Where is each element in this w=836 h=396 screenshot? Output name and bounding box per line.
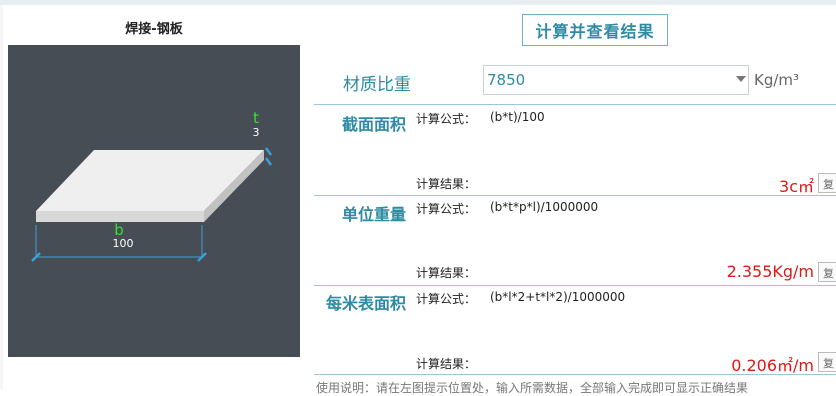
density-value: 7850	[487, 71, 526, 89]
calculate-button[interactable]: 计算并查看结果	[522, 14, 668, 46]
thickness-input-value[interactable]: 3	[253, 126, 260, 139]
copy-button[interactable]: 复	[818, 262, 836, 282]
surface-area-title: 每米表面积	[326, 294, 407, 313]
usage-note: 使用说明：请在左图提示位置处，输入所需数据，全部输入完成即可显示正确结果	[316, 381, 749, 395]
row-separator	[314, 285, 836, 286]
left-edge	[0, 5, 3, 389]
result-value: 0.206㎡/m	[731, 356, 814, 375]
formula-label: 计算公式：	[416, 292, 477, 306]
row-separator	[314, 195, 836, 196]
density-select[interactable]: 7850	[483, 65, 749, 95]
result-label: 计算结果：	[416, 266, 477, 280]
top-strip	[0, 0, 836, 5]
thickness-tick-top	[264, 147, 273, 156]
formula-label: 计算公式：	[416, 112, 477, 126]
steel-plate-diagram: t 3 b 100	[8, 45, 300, 357]
formula-text: (b*t*p*l)/1000000	[490, 200, 599, 214]
result-value: 3c㎡	[779, 177, 814, 196]
plate-top-face	[36, 150, 264, 211]
copy-button[interactable]: 复	[818, 173, 836, 193]
plate-drawing: t 3 b 100	[31, 109, 273, 262]
section-area-title: 截面面积	[342, 115, 407, 134]
density-unit: Kg/m³	[754, 71, 800, 89]
result-value: 2.355Kg/m	[726, 262, 814, 281]
result-label: 计算结果：	[416, 357, 477, 371]
result-label: 计算结果：	[416, 177, 477, 191]
formula-label: 计算公式：	[416, 202, 477, 216]
unit-weight-title: 单位重量	[342, 205, 407, 224]
chevron-down-icon[interactable]	[736, 76, 746, 82]
formula-text: (b*l*2+t*l*2)/1000000	[490, 290, 626, 304]
thickness-symbol: t	[253, 109, 259, 127]
thickness-tick-bottom	[264, 157, 273, 166]
copy-button[interactable]: 复	[818, 352, 836, 372]
row-separator	[314, 104, 836, 105]
width-input-value[interactable]: 100	[113, 237, 134, 250]
density-label: 材质比重	[343, 75, 411, 95]
formula-text: (b*t)/100	[490, 110, 545, 124]
panel-title: 焊接-钢板	[125, 22, 183, 37]
